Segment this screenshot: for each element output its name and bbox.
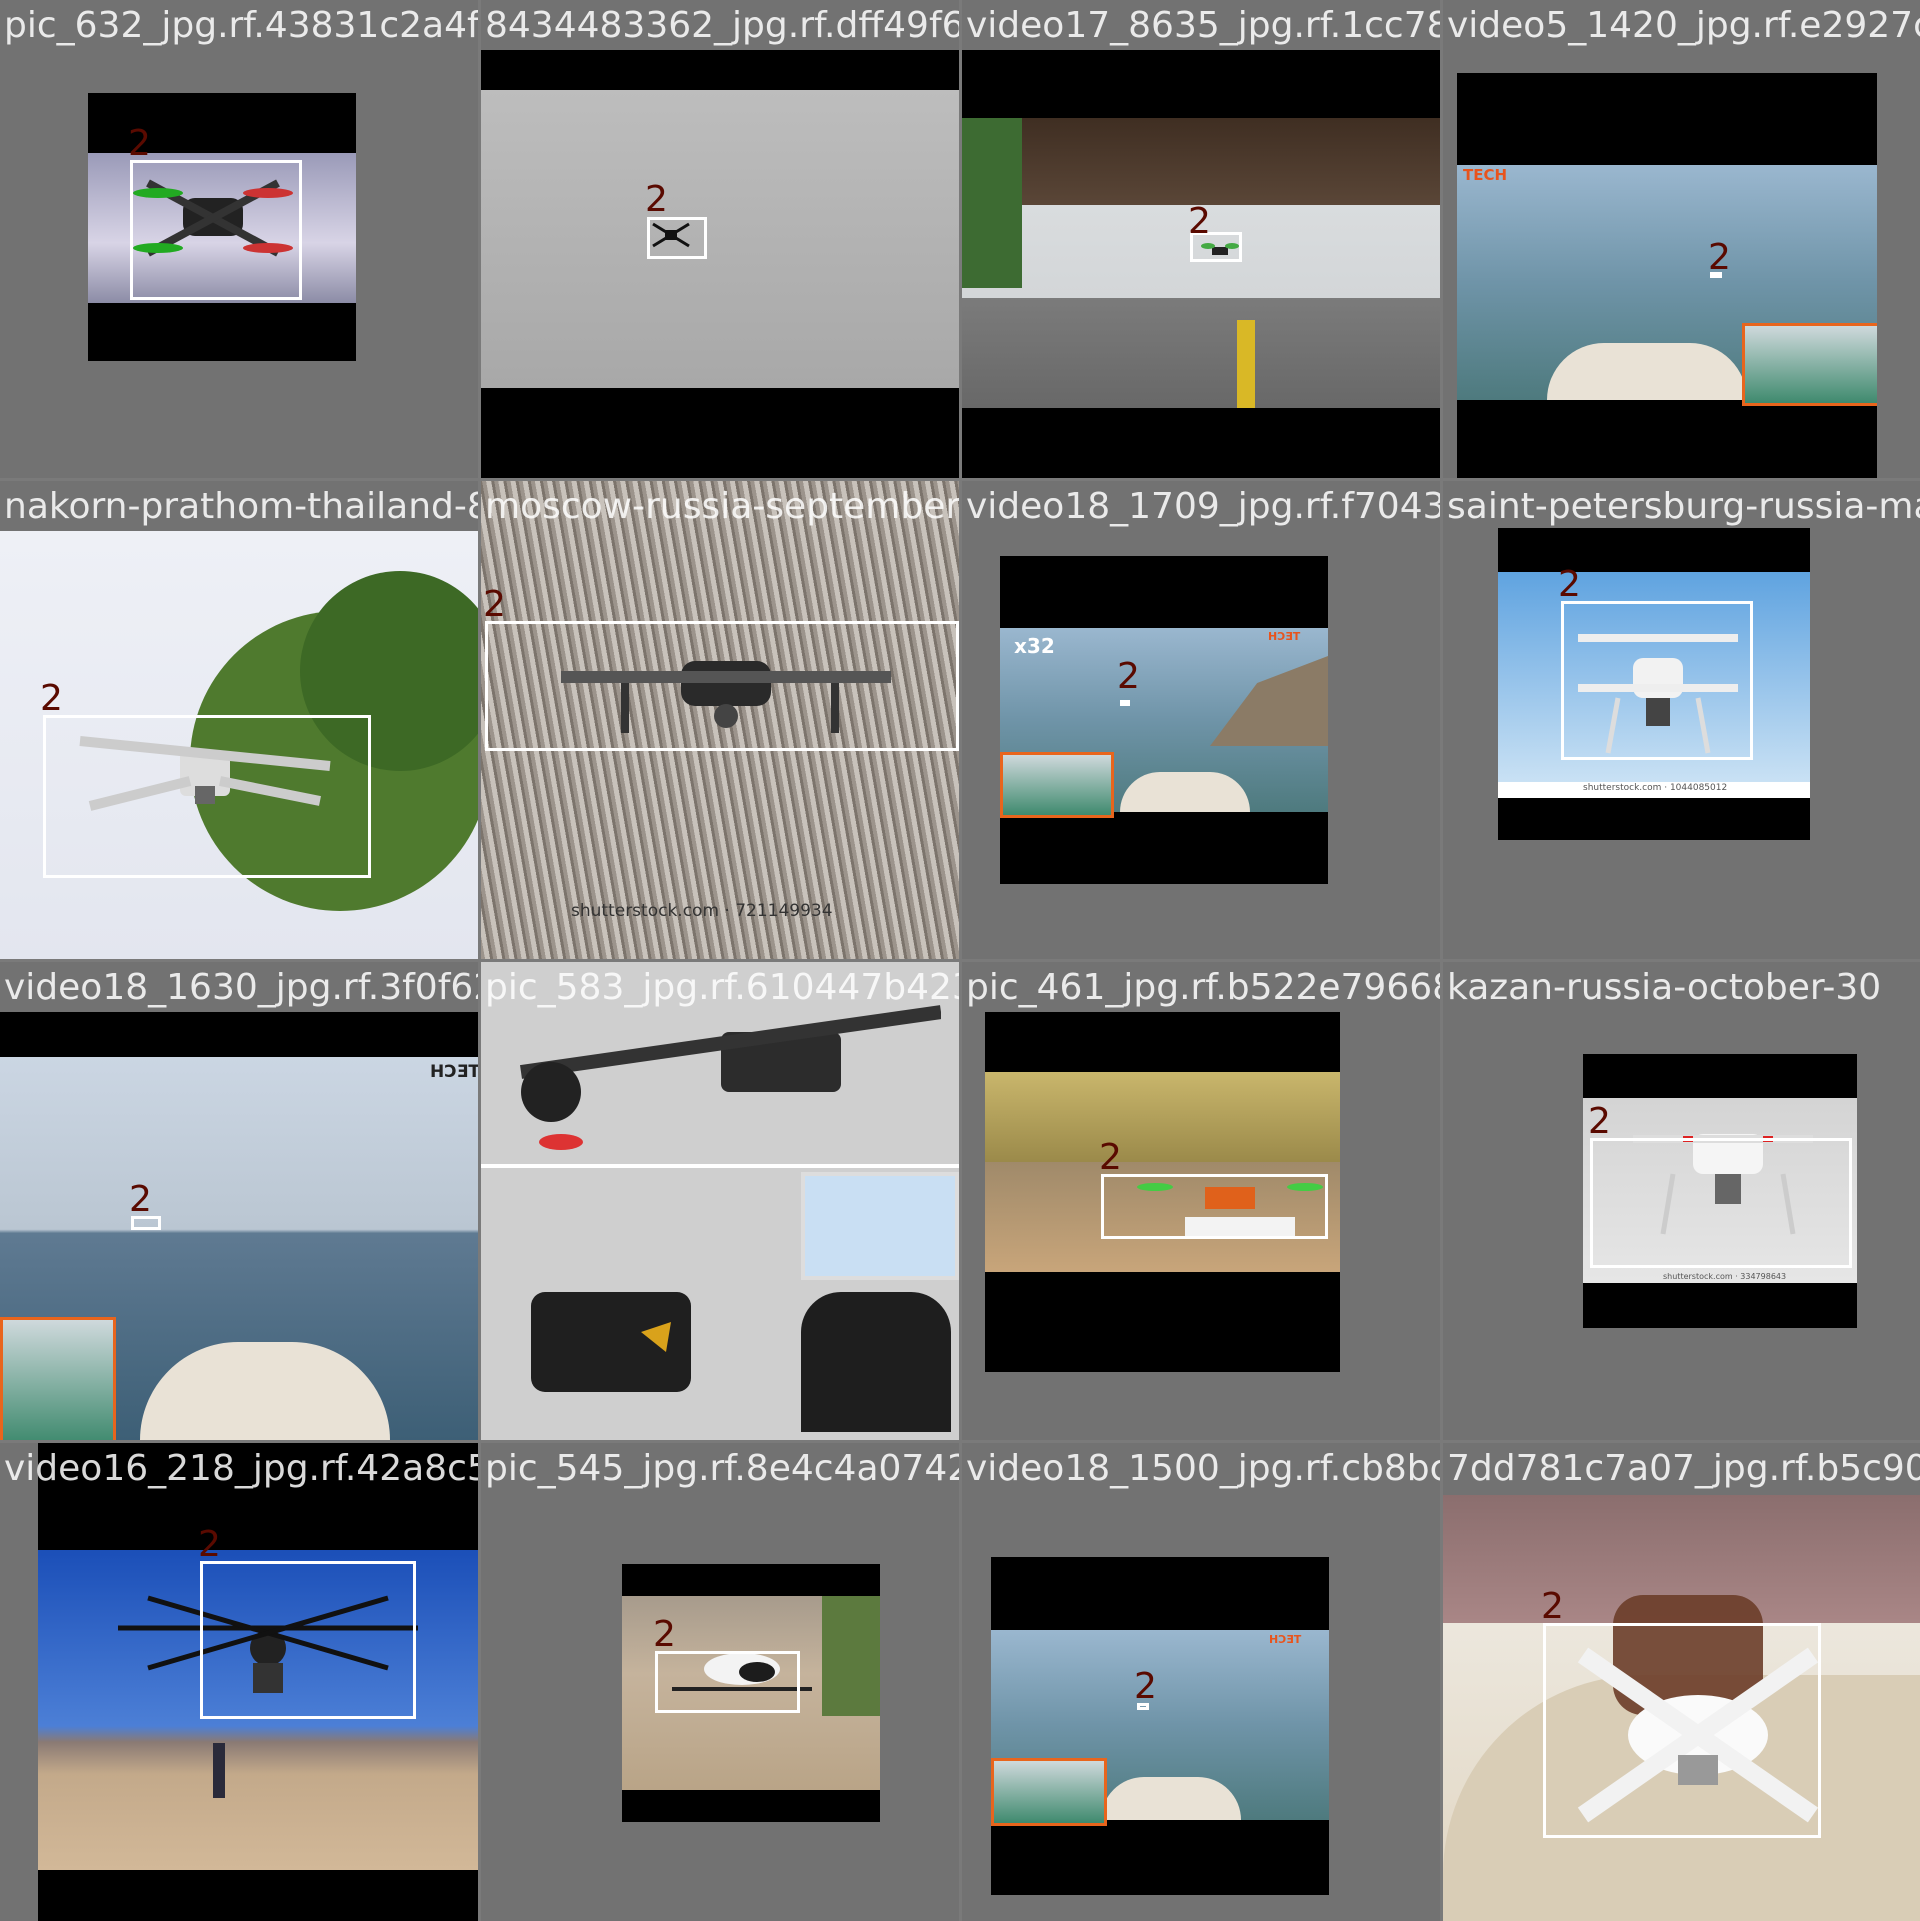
tile-image — [962, 50, 1440, 478]
tile-4: TECH 2 video5_1420_jpg.rf.e2927c7 — [1443, 0, 1920, 478]
brand-logo: TECH — [1463, 166, 1508, 184]
inset-video — [0, 1317, 116, 1440]
tile-image: HƆƎT x32 — [1000, 556, 1328, 884]
tile-image — [481, 50, 959, 478]
image-caption: video5_1420_jpg.rf.e2927c7 — [1447, 5, 1920, 46]
tile-16: 2 7dd781c7a07_jpg.rf.b5c9090f8c — [1443, 1443, 1920, 1921]
image-caption: saint-petersburg-russia-march — [1447, 486, 1920, 527]
image-caption: video18_1500_jpg.rf.cb8bca7 — [966, 1448, 1440, 1489]
image-caption: nakorn-prathom-thailand-8-january-260nw — [4, 486, 478, 527]
class-label: 2 — [1708, 237, 1731, 278]
tile-14: 2 pic_545_jpg.rf.8e4c4a07427 — [481, 1443, 959, 1921]
detection-mosaic: 2 pic_632_jpg.rf.43831c2a4f7b 2 84344833… — [0, 0, 1920, 1921]
tile-image: HƆƎT — [991, 1557, 1329, 1895]
image-caption: pic_632_jpg.rf.43831c2a4f7b — [4, 5, 478, 46]
image-caption: 7dd781c7a07_jpg.rf.b5c9090f8c — [1447, 1448, 1920, 1489]
drone-icon — [491, 1252, 721, 1422]
image-caption: video18_1709_jpg.rf.f7043791 — [966, 486, 1440, 527]
detection-box — [130, 160, 302, 300]
image-caption: pic_545_jpg.rf.8e4c4a07427 — [485, 1448, 959, 1489]
inset-video — [991, 1758, 1107, 1826]
x32-label: x32 — [1014, 634, 1055, 658]
class-label: 2 — [40, 678, 63, 719]
watermark: shutterstock.com · 721149934 — [571, 901, 833, 921]
brand-logo: HƆƎT — [430, 1062, 478, 1082]
watermark: shutterstock.com · 1044085012 — [1583, 783, 1728, 793]
image-caption: kazan-russia-october-30 — [1447, 967, 1882, 1008]
tile-13: 2 video16_218_jpg.rf.42a8c53e — [0, 1443, 478, 1921]
tile-1: 2 pic_632_jpg.rf.43831c2a4f7b — [0, 0, 478, 478]
tile-image: TECH — [1457, 73, 1877, 478]
detection-box — [1561, 601, 1753, 760]
brand-logo: HƆƎT — [1269, 1633, 1302, 1646]
class-label: 2 — [1541, 1586, 1564, 1627]
detection-box — [1120, 700, 1130, 706]
tile-12: shutterstock.com · 334798643 2 kazan-rus… — [1443, 962, 1920, 1440]
detection-box — [43, 715, 371, 878]
detection-box — [1543, 1623, 1821, 1838]
class-label: 2 — [1117, 656, 1140, 697]
class-label: 2 — [645, 179, 668, 220]
class-label: 2 — [1588, 1101, 1611, 1142]
class-label: 2 — [1134, 1666, 1157, 1707]
class-label: 2 — [1099, 1137, 1122, 1178]
class-label: 2 — [483, 584, 506, 625]
image-caption: video17_8635_jpg.rf.1cc783e — [966, 5, 1440, 46]
tile-10: pic_583_jpg.rf.610447b423c — [481, 962, 959, 1440]
tile-15: HƆƎT 2 video18_1500_jpg.rf.cb8bca7 — [962, 1443, 1440, 1921]
inset-video — [1000, 752, 1114, 818]
tile-9: HƆƎT 2 video18_1630_jpg.rf.3f0f629 — [0, 962, 478, 1440]
detection-box — [1590, 1138, 1852, 1268]
tile-image — [481, 962, 959, 1440]
tile-5: 2 nakorn-prathom-thailand-8-january-260n… — [0, 481, 478, 959]
class-label: 2 — [1558, 564, 1581, 605]
image-caption: moscow-russia-september-23-2017-260nw — [485, 486, 959, 527]
detection-box — [1101, 1174, 1328, 1239]
detection-box — [655, 1651, 800, 1713]
class-label: 2 — [1188, 201, 1211, 242]
tile-3: 2 video17_8635_jpg.rf.1cc783e — [962, 0, 1440, 478]
class-label: 2 — [129, 1179, 152, 1220]
tile-11: 2 pic_461_jpg.rf.b522e79668d — [962, 962, 1440, 1440]
class-label: 2 — [198, 1524, 221, 1565]
inset-video — [1742, 323, 1877, 406]
brand-logo: HƆƎT — [1268, 630, 1301, 643]
tile-6: shutterstock.com · 721149934 2 moscow-ru… — [481, 481, 959, 959]
tile-7: HƆƎT x32 2 video18_1709_jpg.rf.f7043791 — [962, 481, 1440, 959]
detection-box — [647, 217, 707, 259]
image-caption: video16_218_jpg.rf.42a8c53e — [4, 1448, 478, 1489]
class-label: 2 — [653, 1614, 676, 1655]
image-caption: video18_1630_jpg.rf.3f0f629 — [4, 967, 478, 1008]
image-caption: pic_583_jpg.rf.610447b423c — [485, 967, 959, 1008]
class-label: 2 — [128, 123, 151, 164]
detection-box — [200, 1561, 416, 1719]
image-caption: pic_461_jpg.rf.b522e79668d — [966, 967, 1440, 1008]
drone-icon — [501, 992, 941, 1152]
tile-image: HƆƎT — [0, 1012, 478, 1440]
detection-box — [485, 621, 959, 751]
tile-2: 2 8434483362_jpg.rf.dff49f6a6 — [481, 0, 959, 478]
tile-8: shutterstock.com · 1044085012 2 saint-pe… — [1443, 481, 1920, 959]
watermark: shutterstock.com · 334798643 — [1663, 1272, 1787, 1281]
image-caption: 8434483362_jpg.rf.dff49f6a6 — [485, 5, 959, 46]
